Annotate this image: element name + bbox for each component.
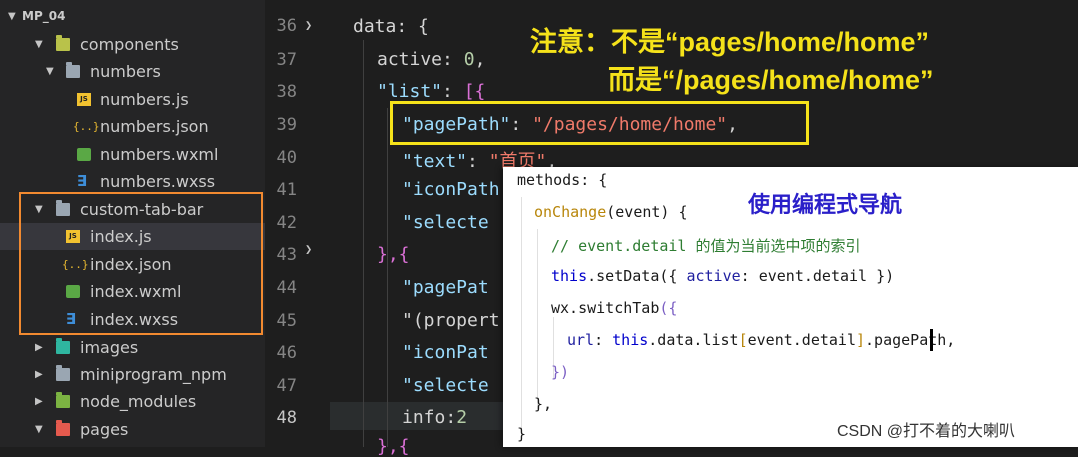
indent-guide (363, 40, 364, 447)
tree-item-label: numbers.wxss (100, 172, 216, 191)
chevron-right-icon[interactable]: ▶ (35, 361, 43, 388)
watermark: CSDN @打不着的大喇叭 (837, 423, 1016, 440)
tree-item-images[interactable]: ▶ images (0, 334, 265, 361)
chevron-down-icon[interactable]: ▼ (46, 58, 54, 85)
annotation-programmatic-navigation: 使用编程式导航 (748, 192, 903, 217)
code-line-43: },{ (377, 244, 410, 265)
line-number-active: 48 (276, 408, 297, 428)
code-line-45: "(propert (402, 310, 500, 331)
code-line-38: "list": [{ (377, 81, 486, 102)
tree-item-numbers-wxss[interactable]: ∃ numbers.wxss (0, 168, 265, 195)
tree-item-label: node_modules (80, 392, 197, 411)
line-number: 39 (276, 115, 297, 135)
line-number-gutter: 36 ❯ 37 38 39 40 41 42 43 ❯ 44 45 46 47 … (265, 0, 330, 447)
tree-item-node-modules[interactable]: ▶ node_modules (0, 388, 265, 415)
folder-icon (66, 62, 80, 78)
file-explorer: ▼ MP_04 ▼ components ▼ numbers JS numbers.js{… (0, 0, 265, 447)
indent-guide (521, 197, 522, 437)
popup-line-close-fn: }, (534, 395, 553, 413)
code-line-37: active: 0, (377, 49, 486, 70)
chevron-right-icon[interactable]: ▶ (35, 388, 43, 415)
tree-item-label: pages (80, 420, 129, 439)
chevron-right-icon[interactable]: ▶ (35, 334, 43, 361)
tree-item-label: numbers.wxml (100, 145, 219, 164)
indent-guide (387, 108, 388, 447)
line-number: 40 (276, 148, 297, 168)
popup-line-switchtab: wx.switchTab({ (551, 299, 678, 317)
tree-item-numbers-wxml[interactable]: numbers.wxml (0, 141, 265, 168)
project-name: MP_04 (22, 9, 66, 23)
indent-guide (537, 229, 538, 409)
tree-item-label: numbers.json (100, 117, 209, 136)
folder-icon (56, 392, 70, 408)
code-line-47: "selecte (402, 375, 489, 396)
code-snippet-overlay: 使用编程式导航 methods: { onChange(event) { // … (503, 167, 1078, 447)
popup-line-setdata: this.setData({ active: event.detail }) (551, 267, 895, 285)
fold-chevron-icon[interactable]: ❯ (305, 18, 312, 32)
code-line-41: "iconPath (402, 179, 500, 200)
popup-line-url: url: this.data.list[event.detail].pagePa… (567, 331, 956, 349)
tree-item-components[interactable]: ▼ components (0, 31, 265, 58)
folder-icon (56, 338, 70, 354)
tree-item-miniprogram-npm[interactable]: ▶ miniprogram_npm (0, 361, 265, 388)
json-file-icon: {..} (73, 120, 100, 133)
tree-item-label: numbers.js (100, 90, 189, 109)
project-root[interactable]: ▼ MP_04 (0, 3, 265, 30)
fold-chevron-icon[interactable]: ❯ (305, 242, 312, 256)
folder-icon (56, 35, 70, 51)
highlight-box-custom-tab-bar (19, 192, 263, 335)
popup-line-close-methods: } (517, 425, 527, 443)
tree-item-label: numbers (90, 62, 161, 81)
chevron-down-icon[interactable]: ▼ (35, 416, 43, 443)
line-number: 43 (276, 245, 297, 265)
popup-line-methods: methods: { (517, 171, 608, 189)
tree-item-numbers-js[interactable]: JS numbers.js (0, 86, 265, 113)
line-number: 41 (276, 180, 297, 200)
line-number: 46 (276, 343, 297, 363)
line-number: 38 (276, 82, 297, 102)
code-line-36: data: { (353, 16, 429, 37)
line-number: 47 (276, 376, 297, 396)
tree-item-numbers-json[interactable]: {..} numbers.json (0, 113, 265, 140)
code-line-46: "iconPat (402, 342, 489, 363)
text-cursor (930, 329, 933, 351)
wxss-file-icon: ∃ (77, 172, 88, 190)
code-line-48: info:2 (402, 407, 468, 428)
wxml-file-icon (77, 148, 91, 161)
line-number: 42 (276, 213, 297, 233)
line-number: 45 (276, 311, 297, 331)
line-number: 37 (276, 50, 297, 70)
tree-item-label: components (80, 35, 179, 54)
tree-item-label: images (80, 338, 139, 357)
chevron-down-icon[interactable]: ▼ (35, 31, 43, 58)
annotation-note-line2: 而是“/pages/home/home” (608, 65, 934, 95)
folder-icon (56, 365, 70, 381)
annotation-note-line1: 注意：不是“pages/home/home” (530, 27, 930, 57)
popup-line-onchange: onChange(event) { (534, 203, 688, 221)
tree-item-numbers[interactable]: ▼ numbers (0, 58, 265, 85)
popup-line-close-paren: }) (551, 363, 570, 381)
highlight-box-pagepath (390, 101, 809, 145)
line-number: 36 (276, 16, 297, 36)
tree-item-pages[interactable]: ▼ pages (0, 416, 265, 443)
popup-line-comment: // event.detail 的值为当前选中项的索引 (551, 237, 861, 255)
js-file-icon: JS (77, 93, 91, 106)
line-number: 44 (276, 278, 297, 298)
code-line-44: "pagePat (402, 277, 489, 298)
tree-item-label: miniprogram_npm (80, 365, 227, 384)
chevron-down-icon[interactable]: ▼ (8, 3, 16, 30)
folder-icon (56, 420, 70, 436)
code-line-42: "selecte (402, 212, 489, 233)
